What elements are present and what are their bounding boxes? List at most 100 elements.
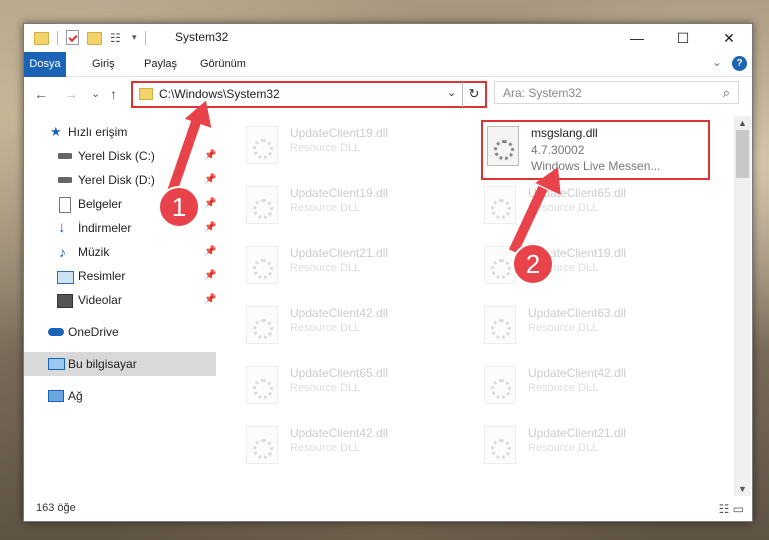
close-button[interactable]: ✕ (706, 24, 752, 52)
sidebar-item-label: OneDrive (68, 325, 119, 339)
sidebar-item-pictures[interactable]: Resimler 📌 (24, 264, 216, 288)
dll-file-icon (246, 366, 278, 404)
scroll-down-icon[interactable]: ▼ (738, 484, 747, 494)
file-item[interactable]: UpdateClient19.dll Resource DLL (224, 180, 444, 230)
recent-locations-button[interactable]: ⌄ (91, 87, 100, 100)
dll-file-icon (246, 246, 278, 284)
file-version: 4.7.30002 (531, 143, 585, 157)
file-item[interactable]: UpdateClient19.dll Resource DLL (462, 240, 682, 290)
file-type: Resource DLL (528, 442, 599, 454)
download-icon: ↓ (58, 219, 66, 236)
ribbon-tabs: Dosya Giriş Paylaş Görünüm ⌄ ? (24, 52, 752, 102)
sidebar-item-this-pc[interactable]: Bu bilgisayar (24, 352, 216, 376)
file-type: Resource DLL (290, 202, 361, 214)
annotation-badge-1: 1 (158, 186, 200, 228)
file-item[interactable]: UpdateClient65.dll Resource DLL (462, 180, 682, 230)
file-item[interactable]: UpdateClient21.dll Resource DLL (224, 240, 444, 290)
maximize-button[interactable]: ☐ (660, 24, 706, 52)
pin-icon: 📌 (204, 150, 217, 161)
file-name: UpdateClient42.dll (290, 426, 389, 440)
video-icon (57, 294, 73, 308)
folder-icon (139, 88, 153, 100)
sidebar-item-music[interactable]: ♪ Müzik 📌 (24, 240, 216, 264)
file-item[interactable]: UpdateClient63.dll Resource DLL (462, 300, 682, 350)
network-icon (48, 390, 64, 402)
customize-icon[interactable]: ☷ (110, 31, 124, 45)
file-name: UpdateClient21.dll (290, 246, 389, 260)
search-input[interactable]: Ara: System32 (503, 86, 582, 100)
status-bar: 163 öğe ☷ ▭ (24, 498, 752, 520)
folder-icon (34, 32, 49, 45)
dll-file-icon (246, 126, 278, 164)
dll-file-icon (484, 186, 516, 224)
quick-access-toolbar: ☷ ▾ (34, 30, 154, 45)
sidebar-item-network[interactable]: Ağ (24, 384, 216, 408)
file-name: UpdateClient63.dll (528, 306, 627, 320)
file-item[interactable]: UpdateClient42.dll Resource DLL (224, 420, 444, 470)
dll-file-icon (246, 186, 278, 224)
file-name: UpdateClient19.dll (290, 186, 389, 200)
sidebar-item-label: Yerel Disk (D:) (78, 173, 155, 187)
pictures-icon (57, 271, 74, 284)
scrollbar-thumb[interactable] (736, 130, 749, 178)
file-item[interactable]: UpdateClient19.dll Resource DLL (224, 120, 444, 170)
pin-icon: 📌 (204, 198, 217, 209)
help-icon[interactable]: ? (732, 56, 747, 71)
navigation-bar: ← → ⌄ ↑ C:\Windows\System32 ⌄ ↻ Ara: Sys… (24, 77, 752, 113)
drive-icon (58, 177, 72, 183)
highlighted-file-msgslang[interactable]: msgslang.dll 4.7.30002 Windows Live Mess… (481, 120, 710, 180)
file-item[interactable]: UpdateClient42.dll Resource DLL (224, 300, 444, 350)
forward-button[interactable]: → (64, 86, 78, 102)
pin-icon: 📌 (204, 174, 217, 185)
dll-file-icon (484, 366, 516, 404)
sidebar-item-videos[interactable]: Videolar 📌 (24, 288, 216, 312)
toolbar-divider (144, 30, 146, 45)
sidebar-item-label: İndirmeler (78, 221, 132, 235)
file-type: Resource DLL (290, 142, 361, 154)
sidebar-item-label: Hızlı erişim (68, 125, 128, 139)
address-path[interactable]: C:\Windows\System32 (159, 87, 280, 101)
file-name: UpdateClient19.dll (290, 126, 389, 140)
pin-icon: 📌 (204, 270, 217, 281)
dll-file-icon (246, 426, 278, 464)
up-button[interactable]: ↑ (110, 86, 117, 102)
cloud-icon (48, 328, 64, 336)
tab-view[interactable]: Görünüm (192, 52, 254, 76)
refresh-button[interactable]: ↻ (462, 81, 487, 108)
document-icon (59, 197, 71, 213)
address-dropdown-icon[interactable]: ⌄ (447, 86, 456, 99)
sidebar-item-label: Videolar (78, 293, 122, 307)
file-item[interactable]: UpdateClient42.dll Resource DLL (462, 360, 682, 410)
navigation-pane: ★ Hızlı erişim Yerel Disk (C:) 📌 Yerel D… (24, 116, 216, 496)
properties-icon[interactable] (66, 30, 79, 45)
window-title: System32 (175, 30, 229, 44)
sidebar-item-label: Ağ (68, 389, 83, 403)
pin-icon: 📌 (204, 294, 217, 305)
file-name: msgslang.dll (531, 126, 598, 140)
file-item[interactable]: UpdateClient21.dll Resource DLL (462, 420, 682, 470)
file-type: Resource DLL (290, 262, 361, 274)
quick-access-dropdown-icon[interactable]: ▾ (132, 32, 137, 43)
file-name: UpdateClient42.dll (290, 306, 389, 320)
dll-file-icon (484, 306, 516, 344)
scroll-up-icon[interactable]: ▲ (738, 118, 747, 128)
sidebar-item-onedrive[interactable]: OneDrive (24, 320, 216, 344)
sidebar-item-label: Yerel Disk (C:) (78, 149, 155, 163)
view-toggle-icons[interactable]: ☷ ▭ (719, 502, 744, 516)
title-bar: ☷ ▾ System32 — ☐ ✕ (24, 24, 752, 52)
file-name: UpdateClient42.dll (528, 366, 627, 380)
tab-share[interactable]: Paylaş (136, 52, 185, 76)
tab-home[interactable]: Giriş (84, 52, 123, 76)
address-bar[interactable]: C:\Windows\System32 ⌄ (131, 81, 486, 108)
file-name: UpdateClient21.dll (528, 426, 627, 440)
sidebar-item-label: Müzik (78, 245, 110, 259)
search-box[interactable]: Ara: System32 ⌕ (494, 81, 739, 104)
file-item[interactable]: UpdateClient65.dll Resource DLL (224, 360, 444, 410)
search-icon[interactable]: ⌕ (723, 85, 730, 101)
ribbon-expand-icon[interactable]: ⌄ (712, 55, 722, 69)
minimize-button[interactable]: — (614, 24, 660, 52)
new-folder-icon[interactable] (87, 32, 102, 45)
back-button[interactable]: ← (34, 86, 48, 102)
vertical-scrollbar[interactable]: ▲ ▼ (734, 116, 751, 496)
file-name: UpdateClient65.dll (290, 366, 389, 380)
